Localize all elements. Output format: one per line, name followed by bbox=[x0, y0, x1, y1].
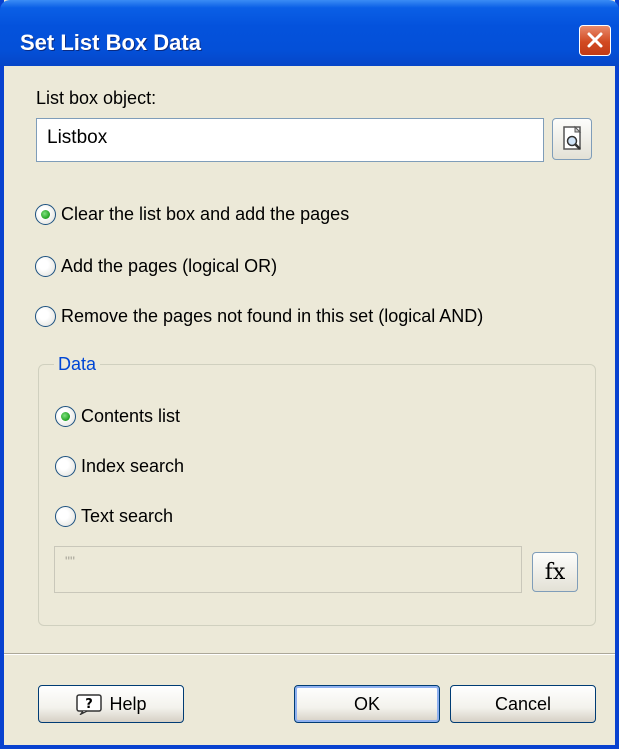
listbox-object-field[interactable]: Listbox bbox=[36, 118, 544, 162]
close-button[interactable] bbox=[579, 25, 611, 56]
radio-button[interactable] bbox=[55, 406, 76, 427]
radio-label: Add the pages (logical OR) bbox=[61, 256, 278, 276]
help-button-label: Help bbox=[109, 693, 147, 714]
close-icon bbox=[587, 32, 603, 48]
radio-label: Contents list bbox=[81, 406, 181, 426]
radio-label: Index search bbox=[81, 456, 185, 476]
cancel-button[interactable]: Cancel bbox=[450, 685, 596, 723]
browse-object-button[interactable] bbox=[552, 118, 592, 160]
radio-contents-list[interactable]: Contents list bbox=[55, 406, 180, 427]
radio-label: Remove the pages not found in this set (… bbox=[61, 306, 484, 326]
help-icon: ? bbox=[76, 694, 103, 715]
dialog-window: Set List Box Data List box object: Listb… bbox=[0, 0, 619, 749]
radio-button[interactable] bbox=[55, 506, 76, 527]
radio-add-logical-or[interactable]: Add the pages (logical OR) bbox=[35, 256, 277, 277]
radio-index-search[interactable]: Index search bbox=[55, 456, 184, 477]
data-group-title: Data bbox=[54, 354, 101, 375]
expression-field: "" bbox=[54, 546, 522, 593]
function-icon: fx bbox=[544, 559, 566, 585]
radio-text-search[interactable]: Text search bbox=[55, 506, 173, 527]
radio-clear-and-add[interactable]: Clear the list box and add the pages bbox=[35, 204, 349, 225]
cancel-button-label: Cancel bbox=[494, 693, 552, 714]
radio-button[interactable] bbox=[35, 256, 56, 277]
radio-remove-logical-and[interactable]: Remove the pages not found in this set (… bbox=[35, 306, 483, 327]
function-button[interactable]: fx bbox=[532, 552, 578, 592]
radio-label: Text search bbox=[81, 506, 174, 526]
browse-object-icon bbox=[563, 125, 582, 150]
ok-button-label: OK bbox=[353, 693, 380, 714]
listbox-object-label: List box object: bbox=[36, 88, 157, 108]
help-button[interactable]: ? Help bbox=[38, 685, 184, 723]
svg-text:?: ? bbox=[86, 697, 94, 712]
radio-button[interactable] bbox=[35, 306, 56, 327]
window-title: Set List Box Data bbox=[20, 30, 201, 55]
title-bar[interactable]: Set List Box Data bbox=[0, 0, 619, 66]
radio-button[interactable] bbox=[35, 204, 56, 225]
ok-button[interactable]: OK bbox=[294, 685, 440, 723]
footer-divider-highlight bbox=[4, 654, 615, 655]
radio-button[interactable] bbox=[55, 456, 76, 477]
radio-label: Clear the list box and add the pages bbox=[61, 204, 350, 224]
